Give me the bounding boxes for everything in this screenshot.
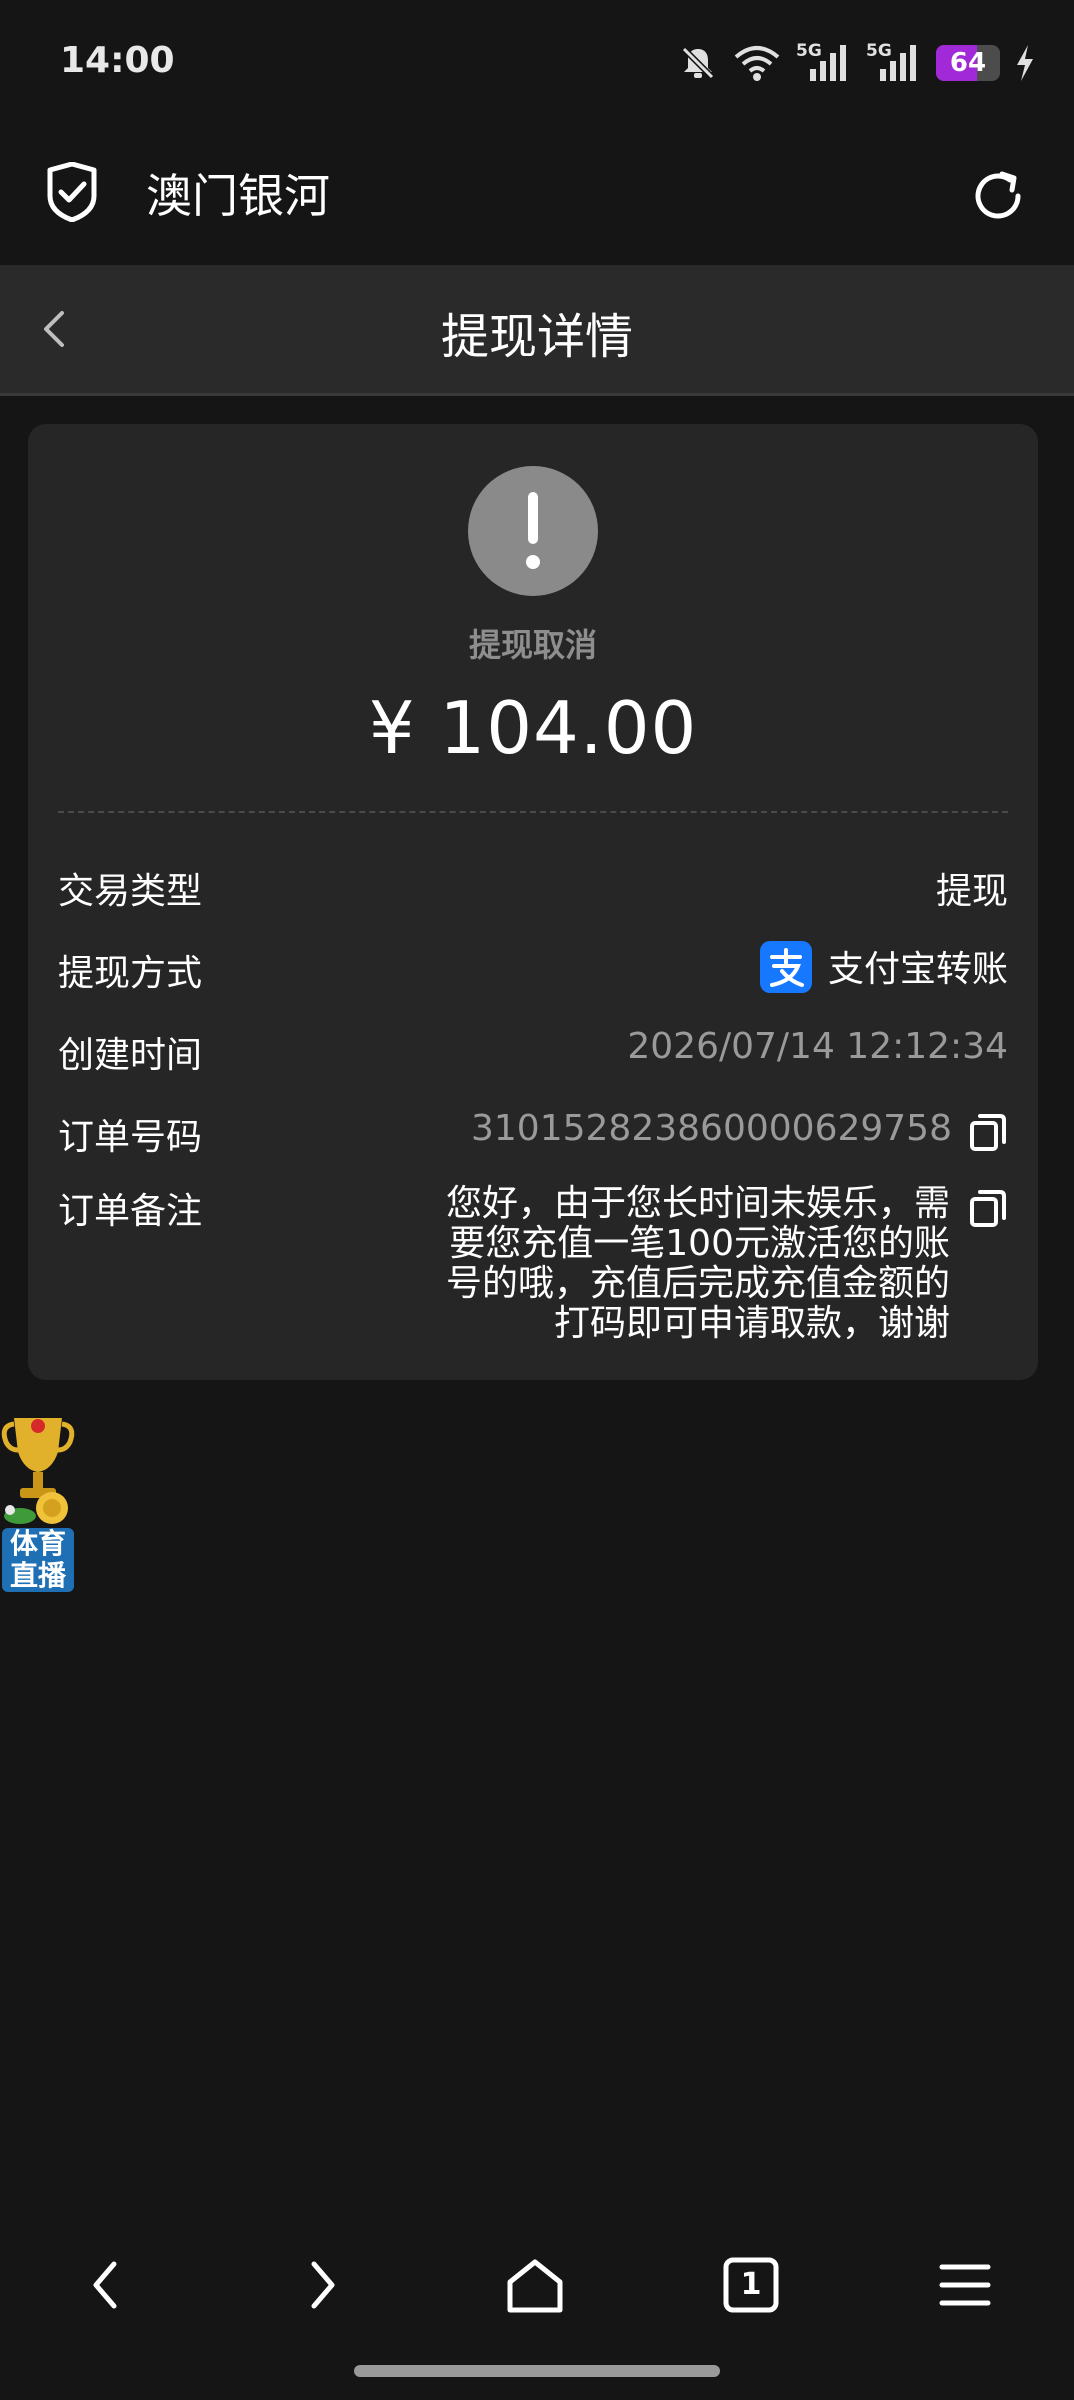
menu-icon[interactable] <box>930 2250 1000 2320</box>
refresh-icon[interactable] <box>968 166 1028 230</box>
withdrawal-method-value: 支付宝转账 <box>827 949 1008 990</box>
status-icons: 5G 5G 64 <box>678 38 1036 88</box>
battery-level: 64 <box>949 48 987 78</box>
divider <box>58 811 1008 813</box>
withdrawal-detail-card: 提现取消 ¥ 104.00 交易类型 提现 提现方式 支付宝转账 创建时间 20… <box>28 424 1038 1380</box>
order-note-value: 您好，由于您长时间未娱乐，需要您充值一笔100元激活您的账号的哦，充值后完成充值… <box>445 1183 950 1344</box>
copy-icon[interactable] <box>968 1188 1008 1228</box>
tabs-icon[interactable]: 1 <box>716 2250 786 2320</box>
order-number-label: 订单号码 <box>58 1117 203 1158</box>
withdrawal-method-label: 提现方式 <box>58 953 203 994</box>
wifi-icon <box>732 43 782 83</box>
trophy-icon <box>0 1412 76 1536</box>
sports-live-label: 体育直播 <box>2 1528 74 1592</box>
exclamation-icon <box>468 466 598 596</box>
transaction-type-label: 交易类型 <box>58 871 203 912</box>
withdrawal-status: 提现取消 <box>468 626 597 664</box>
page-header: 提现详情 <box>0 265 1074 396</box>
home-icon[interactable] <box>500 2250 570 2320</box>
sports-live-badge[interactable]: 体育直播 <box>0 1412 76 1596</box>
status-bar: 14:00 5G 5G 64 <box>0 0 1074 120</box>
order-number-value: 31015282386000062975​8 <box>471 1108 952 1149</box>
order-note-label: 订单备注 <box>58 1191 203 1232</box>
back-arrow-icon[interactable] <box>72 2250 142 2320</box>
charging-bolt-icon <box>1014 43 1036 83</box>
shield-check-icon[interactable] <box>44 161 100 226</box>
forward-arrow-icon[interactable] <box>286 2250 356 2320</box>
bell-off-icon <box>678 43 718 83</box>
status-time: 14:00 <box>60 40 175 81</box>
signal-5g-icon: 5G <box>866 41 922 83</box>
page-title: 提现详情 <box>440 309 633 365</box>
transaction-type-value: 提现 <box>935 871 1008 912</box>
withdrawal-method: 支付宝转账 <box>759 940 1008 997</box>
home-indicator[interactable] <box>354 2365 720 2377</box>
created-time-value: 2026/07/14 12:12:34 <box>627 1026 1008 1067</box>
tab-count: 1 <box>740 2267 762 2302</box>
browser-nav-bar: 1 <box>0 2220 1074 2340</box>
copy-icon[interactable] <box>968 1112 1008 1152</box>
withdrawal-amount: ¥ 104.00 <box>368 686 698 770</box>
app-title: 澳门银河 <box>146 169 330 223</box>
signal-5g-icon: 5G <box>796 41 852 83</box>
battery-icon: 64 <box>936 45 1000 81</box>
alipay-icon <box>759 941 812 993</box>
created-time-label: 创建时间 <box>58 1035 203 1076</box>
